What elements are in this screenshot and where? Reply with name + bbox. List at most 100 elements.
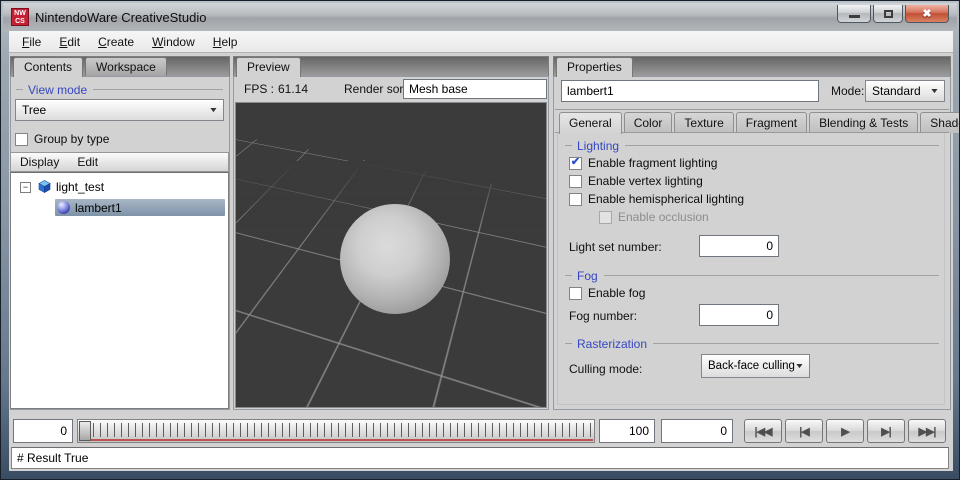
group-line xyxy=(625,145,939,146)
lighting-group-label: Lighting xyxy=(565,139,939,152)
checkbox-box xyxy=(569,193,582,206)
group-by-type-checkbox[interactable]: Group by type xyxy=(15,132,109,146)
mode-select[interactable]: Standard ▼ xyxy=(865,80,945,102)
menu-file[interactable]: File xyxy=(13,32,50,52)
menu-create[interactable]: Create xyxy=(89,32,143,52)
timeline-end-input[interactable]: 100 xyxy=(599,419,655,443)
chevron-down-icon: ▼ xyxy=(208,107,218,114)
jump-to-start-button[interactable]: |◀◀ xyxy=(744,419,782,443)
checkbox-box xyxy=(569,287,582,300)
app-logo-icon: NW CS xyxy=(11,8,29,26)
timeline-current-input[interactable]: 0 xyxy=(661,419,733,443)
maximize-button[interactable] xyxy=(873,5,903,23)
step-backward-icon: |◀ xyxy=(799,425,809,438)
close-icon: ✖ xyxy=(922,7,931,20)
group-dash xyxy=(565,275,572,276)
material-sphere-icon xyxy=(57,201,70,214)
group-line xyxy=(93,89,223,90)
mode-label: Mode: xyxy=(831,84,864,98)
fog-group-label: Fog xyxy=(565,269,939,282)
slider-ticks xyxy=(93,423,591,437)
minimize-icon xyxy=(849,15,860,18)
group-dash xyxy=(565,343,572,344)
render-sort-label: Render sort: xyxy=(344,82,410,96)
group-line xyxy=(604,275,939,276)
menu-help[interactable]: Help xyxy=(204,32,247,52)
application-window: NW CS NintendoWare CreativeStudio ✖ File… xyxy=(0,0,960,480)
checkbox-enable-hemispherical-lighting[interactable]: Enable hemispherical lighting xyxy=(569,192,744,206)
group-dash xyxy=(565,145,572,146)
menu-window[interactable]: Window xyxy=(143,32,204,52)
fps-value: 61.14 xyxy=(278,82,308,96)
timeline-start-input[interactable]: 0 xyxy=(13,419,73,443)
chevron-down-icon: ▼ xyxy=(794,363,804,370)
slider-thumb[interactable] xyxy=(79,421,91,441)
checkbox-enable-occlusion: Enable occlusion xyxy=(599,210,709,224)
render-sort-field[interactable]: Mesh base xyxy=(403,79,547,99)
title-bar[interactable]: NW CS NintendoWare CreativeStudio ✖ xyxy=(3,3,957,31)
toolbar-edit[interactable]: Edit xyxy=(68,153,107,171)
checkbox-box xyxy=(15,133,28,146)
status-text: # Result True xyxy=(17,451,88,465)
tree-item-lambert1[interactable]: lambert1 xyxy=(55,199,225,216)
scene-tree: − light_test lambert1 xyxy=(10,172,229,409)
tab-color[interactable]: Color xyxy=(624,112,673,133)
tab-general[interactable]: General xyxy=(559,112,622,134)
tab-texture[interactable]: Texture xyxy=(674,112,733,133)
tree-expander[interactable]: − xyxy=(20,182,31,193)
tab-properties[interactable]: Properties xyxy=(556,57,633,77)
rasterization-group-label: Rasterization xyxy=(565,337,939,350)
culling-mode-label: Culling mode: xyxy=(569,362,642,376)
maximize-icon xyxy=(884,10,893,18)
light-set-number-input[interactable]: 0 xyxy=(699,235,779,257)
material-name-input[interactable]: lambert1 xyxy=(561,80,819,102)
menu-bar: File Edit Create Window Help xyxy=(9,31,953,53)
contents-tabstrip: Contents Workspace xyxy=(10,56,230,76)
tree-item-light-test[interactable]: light_test xyxy=(56,180,104,194)
property-tabs: General Color Texture Fragment Blending … xyxy=(559,112,960,133)
step-forward-button[interactable]: ▶| xyxy=(867,419,905,443)
preview-tabstrip: Preview xyxy=(233,56,549,76)
culling-mode-select[interactable]: Back-face culling ▼ xyxy=(701,354,810,378)
tree-toolbar: Display Edit xyxy=(10,152,229,172)
checkbox-enable-fog[interactable]: Enable fog xyxy=(569,286,645,300)
checkbox-box xyxy=(569,175,582,188)
group-dash xyxy=(16,89,23,90)
tab-preview[interactable]: Preview xyxy=(236,57,301,77)
separator xyxy=(555,109,949,110)
timeline-slider[interactable] xyxy=(77,419,595,443)
fog-number-input[interactable]: 0 xyxy=(699,304,779,326)
tab-blending-tests[interactable]: Blending & Tests xyxy=(809,112,918,133)
tab-shaders[interactable]: Shaders xyxy=(920,112,960,133)
step-backward-button[interactable]: |◀ xyxy=(785,419,823,443)
viewport-3d[interactable] xyxy=(235,102,547,408)
app-logo-line1: NW xyxy=(12,10,28,18)
tab-contents[interactable]: Contents xyxy=(13,57,83,77)
slider-red-track xyxy=(79,439,593,441)
tab-fragment[interactable]: Fragment xyxy=(736,112,807,133)
minimize-button[interactable] xyxy=(837,5,871,23)
menu-edit[interactable]: Edit xyxy=(50,32,89,52)
client-area: Contents Workspace View mode Tree ▼ Grou… xyxy=(9,53,953,471)
close-button[interactable]: ✖ xyxy=(905,5,949,23)
step-forward-icon: ▶| xyxy=(881,425,891,438)
view-mode-select[interactable]: Tree ▼ xyxy=(15,99,224,121)
checkbox-box xyxy=(599,211,612,224)
fog-number-label: Fog number: xyxy=(569,309,637,323)
jump-to-start-icon: |◀◀ xyxy=(755,425,772,438)
play-icon: ▶ xyxy=(841,425,848,438)
checkbox-enable-fragment-lighting[interactable]: ✔ Enable fragment lighting xyxy=(569,156,717,170)
view-mode-group-label: View mode xyxy=(16,83,223,96)
jump-to-end-button[interactable]: ▶▶| xyxy=(908,419,946,443)
tab-workspace[interactable]: Workspace xyxy=(85,57,167,76)
toolbar-display[interactable]: Display xyxy=(11,153,68,171)
app-logo-line2: CS xyxy=(12,18,28,26)
preview-panel: Preview FPS : 61.14 Render sort: Mesh ba… xyxy=(233,56,549,410)
window-controls: ✖ xyxy=(837,5,949,23)
play-button[interactable]: ▶ xyxy=(826,419,864,443)
properties-panel: Properties lambert1 Mode: Standard ▼ Gen… xyxy=(553,56,951,410)
fps-label: FPS : xyxy=(244,82,274,96)
status-bar: # Result True xyxy=(11,447,949,469)
checkbox-enable-vertex-lighting[interactable]: Enable vertex lighting xyxy=(569,174,703,188)
jump-to-end-icon: ▶▶| xyxy=(919,425,936,438)
